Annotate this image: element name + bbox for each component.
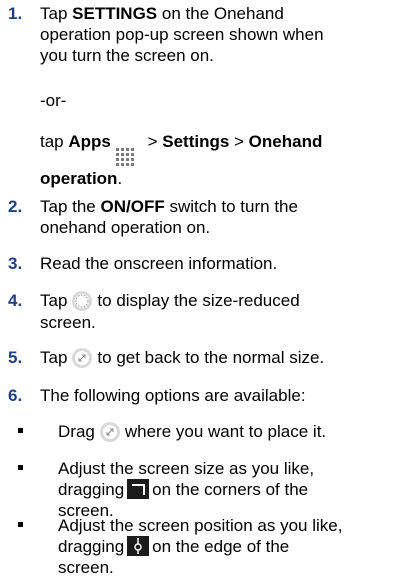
step-6: 6. The following options are available: bbox=[8, 386, 306, 405]
bullet-marker bbox=[18, 522, 23, 527]
step-1-line-2: operation pop-up screen shown when bbox=[40, 25, 324, 44]
step-number: 6. bbox=[8, 386, 23, 405]
resize-arrow-icon bbox=[99, 422, 120, 442]
step-1-alternative: tap Apps > Settings > Onehand operation. bbox=[40, 132, 323, 188]
step-number: 4. bbox=[8, 291, 23, 310]
resize-arrow-icon bbox=[72, 348, 93, 368]
step-number: 5. bbox=[8, 348, 23, 367]
bullet-marker bbox=[18, 465, 23, 470]
bullet-marker bbox=[18, 428, 23, 433]
step-1-line-3: you turn the screen on. bbox=[40, 46, 214, 65]
step-1: 1. Tap SETTINGS on the Onehand operation… bbox=[8, 3, 395, 66]
step-5: 5. Tap to get back to the normal size. bbox=[8, 348, 325, 368]
step-number: 1. bbox=[8, 4, 23, 23]
settings-label: SETTINGS bbox=[72, 4, 158, 23]
step-number: 2. bbox=[8, 197, 23, 216]
bullet-item: Adjust the screen position as you like, … bbox=[18, 515, 393, 578]
step-number: 3. bbox=[8, 254, 23, 273]
on-off-label: ON/OFF bbox=[100, 197, 165, 216]
step-3: 3. Read the onscreen information. bbox=[8, 254, 278, 273]
instruction-page: 1. Tap SETTINGS on the Onehand operation… bbox=[0, 0, 401, 578]
bullet-item: Adjust the screen size as you like, drag… bbox=[18, 458, 393, 521]
step-2: 2. Tap the ON/OFF switch to turn the one… bbox=[8, 197, 298, 237]
edge-handle-icon bbox=[127, 536, 150, 556]
circle-outline-icon bbox=[72, 291, 93, 311]
step-1-line-1: Tap SETTINGS on the Onehand bbox=[40, 4, 284, 23]
bullet-item: Drag where you want to place it. bbox=[18, 421, 393, 443]
step-4: 4. Tap to display the size-reduced scree… bbox=[8, 291, 300, 332]
apps-grid-icon bbox=[115, 148, 138, 168]
corner-handle-icon bbox=[127, 479, 150, 499]
or-separator: -or- bbox=[40, 91, 67, 110]
